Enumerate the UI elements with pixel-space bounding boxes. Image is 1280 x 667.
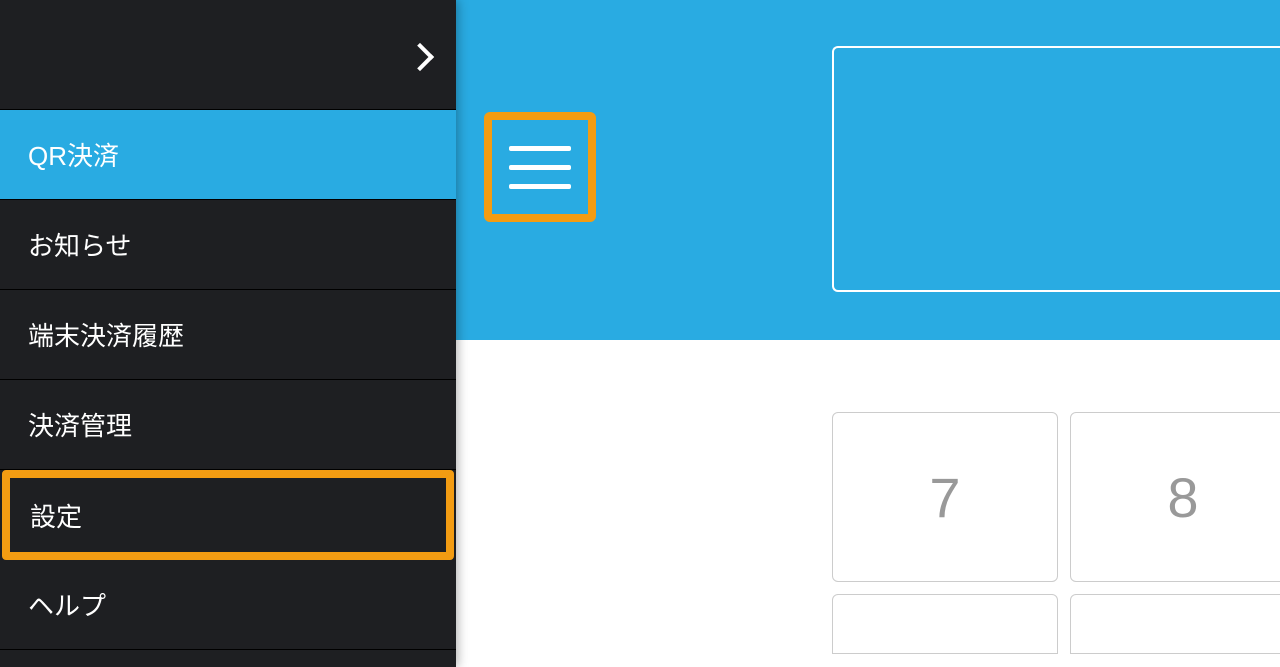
keypad-button[interactable] bbox=[1070, 594, 1280, 654]
hamburger-menu-icon[interactable] bbox=[509, 146, 571, 189]
sidebar-item-label: QR決済 bbox=[28, 136, 119, 173]
hamburger-line bbox=[509, 184, 571, 189]
sidebar-close-button[interactable] bbox=[0, 0, 456, 110]
sidebar-item-notifications[interactable]: お知らせ bbox=[0, 200, 456, 290]
sidebar-item-payment-management[interactable]: 決済管理 bbox=[0, 380, 456, 470]
keypad-7-button[interactable]: 7 bbox=[832, 412, 1058, 582]
amount-display bbox=[832, 46, 1280, 292]
sidebar-item-label: ヘルプ bbox=[28, 586, 106, 623]
sidebar-drawer: QR決済 お知らせ 端末決済履歴 決済管理 設定 ヘルプ bbox=[0, 0, 456, 667]
keypad-row-2 bbox=[832, 594, 1280, 654]
chevron-right-icon bbox=[412, 41, 430, 69]
sidebar-item-settings[interactable]: 設定 bbox=[2, 470, 454, 560]
sidebar-item-help[interactable]: ヘルプ bbox=[0, 560, 456, 650]
sidebar-item-label: 設定 bbox=[30, 497, 82, 534]
sidebar-item-label: 端末決済履歴 bbox=[28, 316, 184, 353]
sidebar-item-qr-payment[interactable]: QR決済 bbox=[0, 110, 456, 200]
keypad-row: 7 8 bbox=[832, 412, 1280, 582]
sidebar-item-payment-history[interactable]: 端末決済履歴 bbox=[0, 290, 456, 380]
hamburger-line bbox=[509, 146, 571, 151]
keypad-button[interactable] bbox=[832, 594, 1058, 654]
sidebar-item-label: 決済管理 bbox=[28, 406, 132, 443]
hamburger-line bbox=[509, 165, 571, 170]
sidebar-item-label: お知らせ bbox=[28, 226, 131, 263]
keypad-8-button[interactable]: 8 bbox=[1070, 412, 1280, 582]
hamburger-highlight-box bbox=[484, 112, 596, 222]
